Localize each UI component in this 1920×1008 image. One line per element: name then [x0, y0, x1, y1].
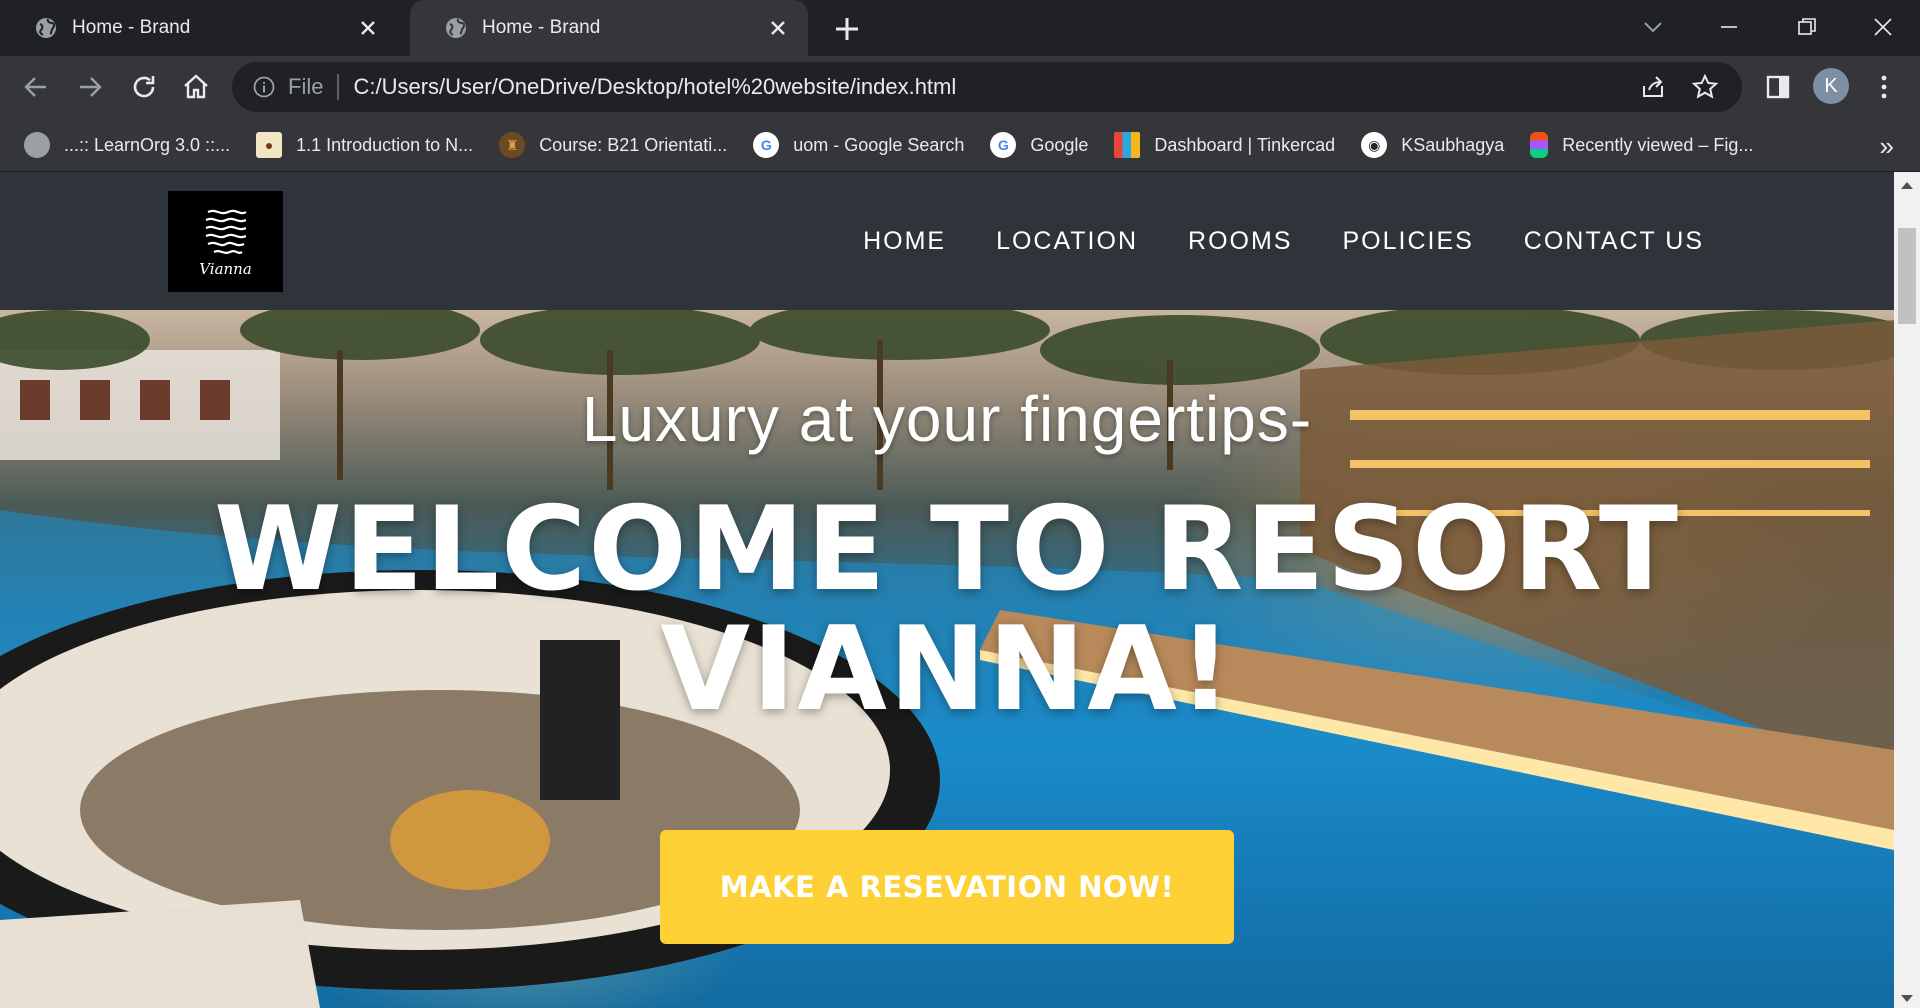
close-icon[interactable] — [766, 16, 790, 40]
restore-icon[interactable] — [1790, 10, 1824, 44]
hero-headline-line-1: WELCOME TO RESORT — [214, 482, 1680, 617]
home-icon[interactable] — [178, 69, 214, 105]
tab-search-chevron-icon[interactable] — [1636, 10, 1670, 44]
browser-tab-1[interactable]: Home - Brand — [0, 0, 398, 56]
bookmark-label: uom - Google Search — [793, 134, 965, 155]
more-menu-icon[interactable] — [1866, 69, 1902, 105]
side-panel-icon[interactable] — [1760, 69, 1796, 105]
hero-headline: WELCOME TO RESORT VIANNA! — [180, 490, 1714, 730]
bookmark-google[interactable]: G Google — [990, 132, 1088, 158]
scrollbar-thumb[interactable] — [1898, 228, 1916, 324]
nav-rooms[interactable]: ROOMS — [1188, 227, 1292, 256]
bookmark-label: Course: B21 Orientati... — [539, 134, 728, 155]
bookmark-label: KSaubhagya — [1401, 134, 1505, 155]
bookmark-label: ...:: LearnOrg 3.0 ::... — [64, 134, 231, 155]
tab-strip: Home - Brand Home - Brand — [0, 0, 1920, 56]
tinkercad-icon — [1114, 132, 1141, 158]
site-logo[interactable]: Vianna — [168, 191, 283, 292]
scroll-up-arrow-icon[interactable] — [1900, 180, 1914, 190]
globe-icon — [36, 18, 56, 38]
url-text[interactable]: C:/Users/User/OneDrive/Desktop/hotel%20w… — [353, 74, 1638, 100]
bookmark-star-icon[interactable] — [1690, 72, 1720, 102]
moodle-icon: ♜ — [499, 132, 526, 158]
bookmark-label: Google — [1030, 134, 1089, 155]
github-icon: ◉ — [1361, 132, 1388, 158]
nav-policies[interactable]: POLICIES — [1342, 227, 1473, 256]
bookmark-course[interactable]: ♜ Course: B21 Orientati... — [499, 132, 727, 158]
globe-icon — [446, 18, 466, 38]
bookmark-github[interactable]: ◉ KSaubhagya — [1361, 132, 1504, 158]
url-scheme: File — [288, 74, 324, 99]
google-icon: G — [990, 132, 1017, 158]
address-bar[interactable]: File C:/Users/User/OneDrive/Desktop/hote… — [232, 62, 1742, 112]
forward-icon[interactable] — [72, 69, 108, 105]
back-icon[interactable] — [18, 69, 54, 105]
bookmark-tinkercad[interactable]: Dashboard | Tinkercad — [1114, 132, 1335, 158]
bookmark-label: 1.1 Introduction to N... — [296, 134, 474, 155]
nav-home[interactable]: HOME — [863, 227, 946, 256]
tab-title: Home - Brand — [482, 17, 601, 38]
profile-avatar[interactable]: K — [1813, 68, 1849, 104]
wave-logo-icon — [205, 209, 247, 254]
new-tab-icon[interactable] — [830, 12, 864, 46]
page-viewport: Vianna HOME LOCATION ROOMS POLICIES CONT… — [0, 172, 1894, 1008]
make-reservation-button[interactable]: MAKE A RESEVATION NOW! — [660, 830, 1234, 944]
browser-tab-2[interactable]: Home - Brand — [410, 0, 808, 56]
browser-toolbar: File C:/Users/User/OneDrive/Desktop/hote… — [0, 56, 1920, 119]
scroll-down-arrow-icon[interactable] — [1900, 994, 1914, 1004]
site-header: Vianna HOME LOCATION ROOMS POLICIES CONT… — [0, 172, 1894, 310]
main-nav: HOME LOCATION ROOMS POLICIES CONTACT US — [863, 172, 1704, 310]
tab-title: Home - Brand — [72, 17, 191, 38]
share-icon[interactable] — [1638, 72, 1668, 102]
divider — [337, 74, 340, 100]
bookmarks-bar: ...:: LearnOrg 3.0 ::... ● 1.1 Introduct… — [0, 119, 1920, 172]
uom-crest-icon: ● — [256, 132, 283, 158]
bookmark-label: Recently viewed – Fig... — [1562, 134, 1754, 155]
google-icon: G — [753, 132, 780, 158]
bookmark-learnorg[interactable]: ...:: LearnOrg 3.0 ::... — [24, 132, 230, 158]
figma-icon — [1530, 132, 1549, 158]
hero-tagline: Luxury at your fingertips- — [581, 383, 1313, 455]
nav-location[interactable]: LOCATION — [996, 227, 1138, 256]
bookmark-label: Dashboard | Tinkercad — [1154, 134, 1336, 155]
minimize-icon[interactable] — [1712, 10, 1746, 44]
nav-contact-us[interactable]: CONTACT US — [1524, 227, 1704, 256]
reload-icon[interactable] — [126, 69, 162, 105]
globe-icon — [24, 132, 50, 158]
logo-text: Vianna — [199, 259, 252, 278]
hero-headline-line-2: VIANNA! — [660, 602, 1234, 737]
info-icon[interactable] — [252, 75, 276, 99]
bookmark-uom-google-search[interactable]: G uom - Google Search — [753, 132, 964, 158]
more-bookmarks-chevron[interactable]: » — [1880, 131, 1894, 162]
page-scrollbar[interactable] — [1894, 172, 1920, 1008]
bookmark-figma[interactable]: Recently viewed – Fig... — [1530, 132, 1753, 158]
close-window-icon[interactable] — [1866, 10, 1900, 44]
bookmark-introduction[interactable]: ● 1.1 Introduction to N... — [256, 132, 473, 158]
hero-section: Luxury at your fingertips- WELCOME TO RE… — [0, 310, 1894, 1008]
close-icon[interactable] — [356, 16, 380, 40]
